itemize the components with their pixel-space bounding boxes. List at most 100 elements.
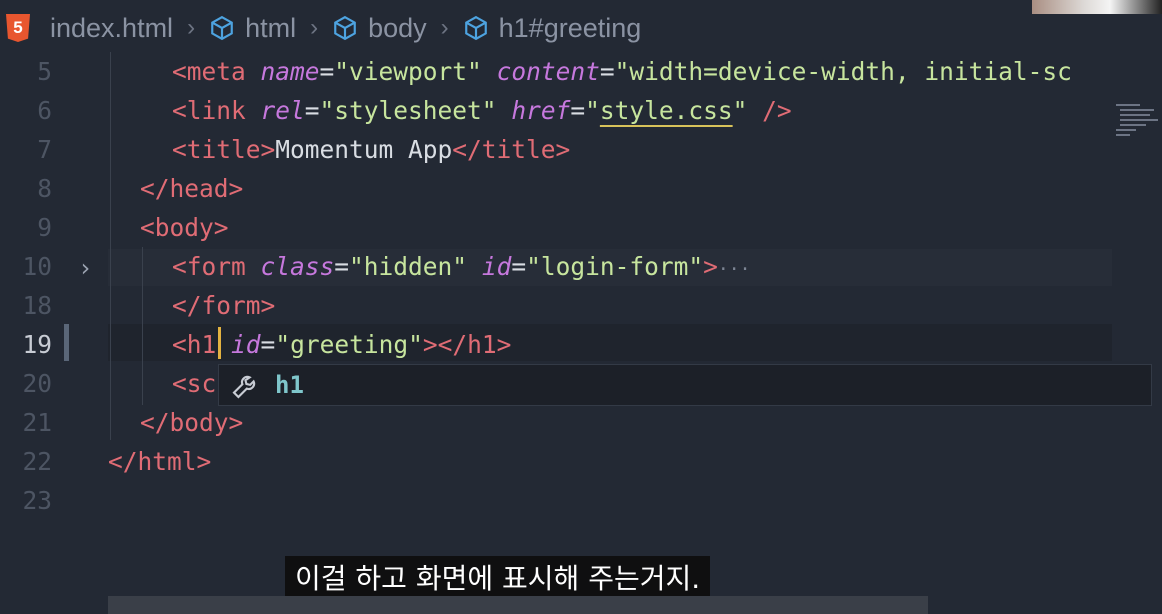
code-token: = (334, 252, 350, 281)
breadcrumb-separator-icon: › (310, 14, 319, 41)
code-text: <title>Momentum App</title> (172, 130, 570, 169)
code-token: rel (260, 96, 305, 125)
breadcrumb-separator-icon: › (187, 14, 196, 41)
cube-icon (334, 15, 356, 41)
code-token: ></h1> (422, 330, 512, 359)
code-token: href (511, 96, 571, 125)
code-text: </body> (140, 403, 243, 442)
code-token: " (732, 96, 748, 125)
code-token: = (304, 96, 320, 125)
code-line[interactable]: 9 <body> (0, 208, 1162, 247)
code-text: <link rel="stylesheet" href="style.css" … (172, 91, 792, 130)
code-token: </html> (108, 447, 212, 476)
code-token: class (260, 252, 335, 281)
line-number: 18 (22, 291, 52, 320)
code-text: <sc (172, 364, 216, 403)
cube-icon (211, 15, 233, 41)
line-number: 5 (37, 57, 52, 86)
line-number: 22 (22, 447, 52, 476)
autocomplete-suggestion[interactable]: h1 (218, 364, 1152, 406)
horizontal-scrollbar[interactable] (108, 596, 928, 614)
line-number: 7 (37, 135, 52, 164)
breadcrumb-separator-icon: › (440, 14, 449, 41)
code-token: = (319, 57, 335, 86)
line-number: 9 (37, 213, 52, 242)
code-token: "stylesheet" (319, 96, 497, 125)
breadcrumb-file[interactable]: 5 index.html (6, 13, 173, 44)
code-token: </title> (452, 135, 571, 164)
code-token: = (570, 96, 586, 125)
code-line[interactable]: 8 </head> (0, 169, 1162, 208)
code-token: </head> (140, 174, 244, 203)
code-token: = (599, 57, 615, 86)
suggestion-label: h1 (275, 371, 304, 399)
code-line[interactable]: 5 <meta name="viewport" content="width=de… (0, 52, 1162, 91)
code-line[interactable]: 21 </body> (0, 403, 1162, 442)
code-token: <meta (172, 57, 261, 86)
code-token: </form> (172, 291, 276, 320)
code-token: "viewport" (334, 57, 482, 86)
code-token: /> (762, 96, 792, 125)
code-token: <sc (172, 369, 217, 398)
code-token: <h1 (172, 330, 217, 359)
line-number: 21 (22, 408, 52, 437)
code-text: <form class="hidden" id="login-form">··· (172, 247, 750, 289)
code-line[interactable]: 10 <form class="hidden" id="login-form">·… (0, 247, 1162, 286)
code-token: "greeting" (275, 330, 423, 359)
code-token: ··· (717, 259, 751, 280)
code-line[interactable]: 23 (0, 481, 1162, 520)
code-token: "width=device-width, initial-sc (614, 57, 1072, 86)
breadcrumb-item-label: h1#greeting (498, 12, 642, 43)
code-text: <h1 id="greeting"></h1> (172, 325, 511, 364)
wrench-icon (232, 375, 256, 399)
code-line[interactable]: 7 <title>Momentum App</title> (0, 130, 1162, 169)
html5-icon: 5 (6, 14, 30, 42)
code-token: content (496, 57, 600, 86)
line-number: 19 (22, 330, 52, 359)
breadcrumb-item-html[interactable]: html (209, 13, 296, 44)
code-token: <title> (172, 135, 276, 164)
code-text: </head> (140, 169, 243, 208)
breadcrumb-item-label: body (368, 12, 427, 43)
code-token: Momentum App (275, 135, 453, 164)
code-token: > (703, 252, 718, 281)
line-number: 23 (22, 486, 52, 515)
line-number: 10 (22, 252, 52, 281)
breadcrumb-item-label: html (245, 12, 297, 43)
code-editor[interactable]: › 5 <meta name="viewport" content="width=… (0, 52, 1162, 522)
code-line[interactable]: 22 </html> (0, 442, 1162, 481)
webcam-overlay (1032, 0, 1162, 14)
code-text: <body> (140, 208, 229, 247)
breadcrumb-item-h1[interactable]: h1#greeting (463, 12, 642, 44)
breadcrumb-file-label: index.html (50, 12, 174, 43)
code-token: " (585, 96, 600, 125)
code-token: <form (172, 252, 261, 281)
code-token: id (231, 330, 261, 359)
breadcrumb: 5 index.html › html › body › h1#greeting (0, 0, 1162, 56)
cube-icon (464, 15, 487, 41)
code-token: name (260, 57, 320, 86)
line-number: 8 (37, 174, 52, 203)
code-text: <meta name="viewport" content="width=dev… (172, 52, 1072, 91)
code-token: <body> (140, 213, 229, 242)
code-text: </form> (172, 286, 275, 325)
code-text: </html> (108, 442, 211, 481)
breadcrumb-item-body[interactable]: body (332, 13, 427, 44)
code-token: = (511, 252, 527, 281)
code-token: </body> (140, 408, 244, 437)
text-cursor (218, 327, 221, 359)
code-line[interactable]: 19 <h1 id="greeting"></h1> (0, 325, 1162, 364)
code-token: "hidden" (349, 252, 468, 281)
code-token: "login-form" (526, 252, 704, 281)
code-token: = (260, 330, 276, 359)
line-number: 6 (37, 96, 52, 125)
code-line[interactable]: 18 </form> (0, 286, 1162, 325)
code-token: style.css (599, 96, 733, 125)
code-line[interactable]: 6 <link rel="stylesheet" href="style.css"… (0, 91, 1162, 130)
line-number: 20 (22, 369, 52, 398)
code-token: id (481, 252, 512, 281)
